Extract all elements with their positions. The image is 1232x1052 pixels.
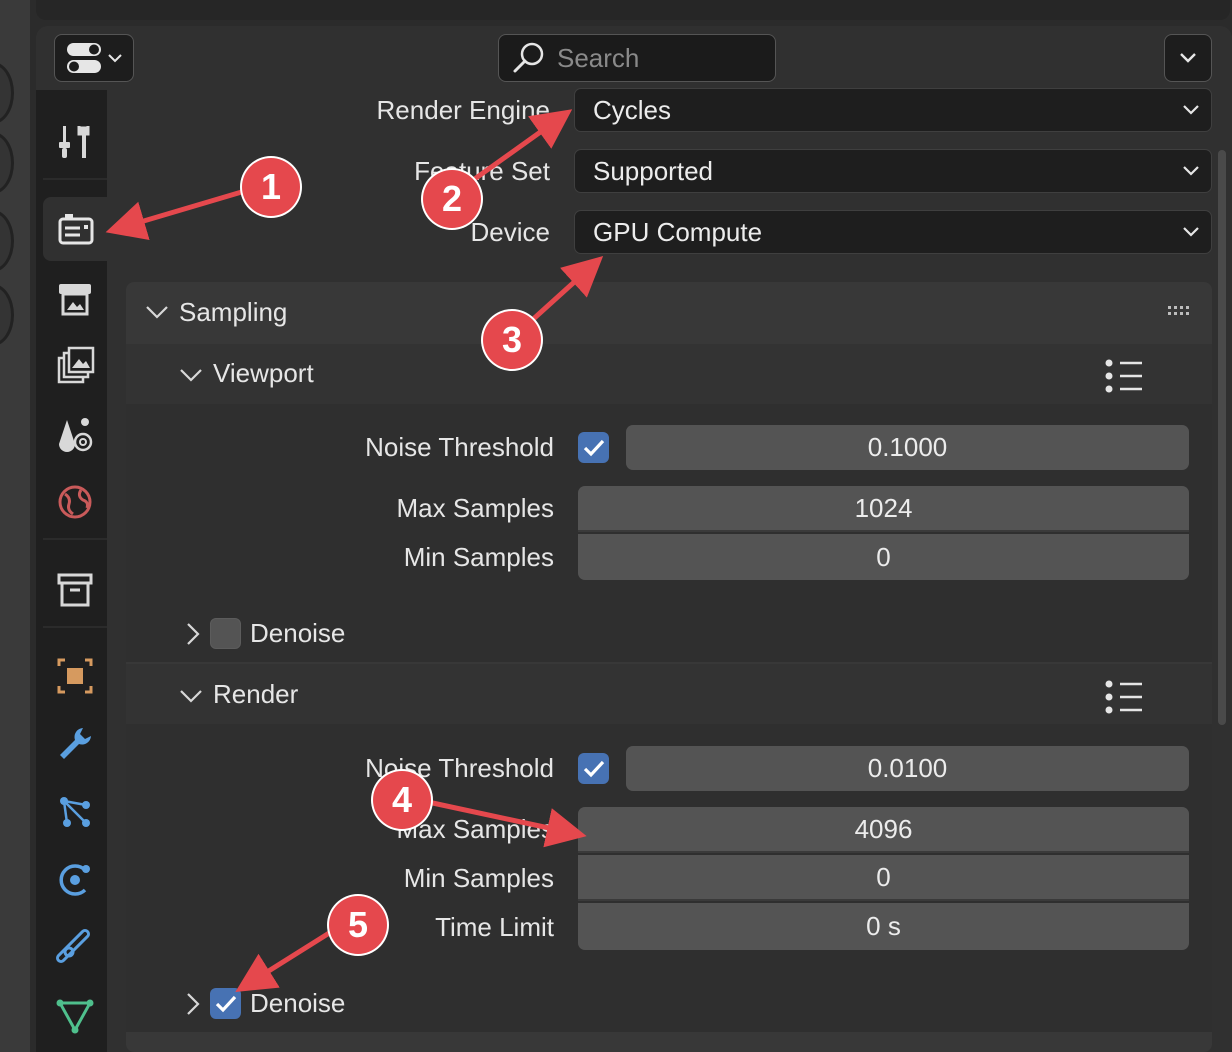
tab-scene[interactable] <box>43 402 107 466</box>
modifier-icon <box>60 728 91 759</box>
outliner-bottom-edge <box>36 0 1230 20</box>
tab-data[interactable] <box>43 984 107 1048</box>
chevron-down-icon <box>1180 53 1196 63</box>
properties-editor-icon <box>67 43 101 73</box>
render-time-limit-label: Time Limit <box>435 912 554 942</box>
checkmark-icon <box>215 995 236 1012</box>
scrollbar[interactable] <box>1218 150 1226 725</box>
chevron-down-icon[interactable] <box>178 682 204 713</box>
presets-list-icon[interactable] <box>1104 679 1144 720</box>
presets-list-icon[interactable] <box>1104 358 1144 399</box>
render-min-samples-field[interactable]: 0 <box>578 855 1189 901</box>
tab-world[interactable] <box>43 470 107 534</box>
physics-icon <box>59 864 90 896</box>
viewport-noise-threshold-checkbox[interactable] <box>578 432 609 463</box>
viewport-noise-threshold-label: Noise Threshold <box>365 432 554 462</box>
render-engine-label: Render Engine <box>376 95 550 125</box>
constraints-icon <box>56 929 90 963</box>
render-max-samples-field[interactable]: 4096 <box>578 807 1189 853</box>
drag-handle-icon[interactable] <box>1166 304 1194 323</box>
render-icon <box>58 214 94 245</box>
chevron-down-icon <box>146 306 168 319</box>
search-icon <box>513 42 544 73</box>
world-icon <box>58 485 92 519</box>
render-noise-threshold-field[interactable]: 0.0100 <box>626 746 1189 791</box>
tab-collection[interactable] <box>43 558 107 622</box>
tab-modifiers[interactable] <box>43 712 107 776</box>
sampling-collapse-toggle[interactable] <box>144 298 174 328</box>
viewport-max-samples-field[interactable]: 1024 <box>578 486 1189 532</box>
render-time-limit-field[interactable]: 0 s <box>578 903 1189 950</box>
annotation-badge-3: 3 <box>483 311 541 369</box>
tab-output[interactable] <box>43 266 107 330</box>
render-denoise-label[interactable]: Denoise <box>250 988 345 1019</box>
tab-render[interactable] <box>43 197 109 261</box>
chevron-down-icon <box>1183 227 1199 237</box>
annotation-badge-4: 4 <box>373 771 431 829</box>
chevron-down-icon[interactable] <box>178 361 204 392</box>
tab-view-layer[interactable] <box>43 334 107 398</box>
annotation-badge-1: 1 <box>242 158 300 216</box>
render-min-samples-label: Min Samples <box>403 863 554 893</box>
tab-constraints[interactable] <box>43 916 107 980</box>
sampling-panel-title[interactable]: Sampling <box>179 297 287 328</box>
checkmark-icon <box>583 439 604 456</box>
chevron-right-icon[interactable] <box>182 621 202 652</box>
viewport-max-samples-label: Max Samples <box>396 493 555 523</box>
viewport-denoise-label[interactable]: Denoise <box>250 618 345 649</box>
chevron-down-icon <box>1183 166 1199 176</box>
feature-set-value: Supported <box>593 155 713 186</box>
viewport-denoise-checkbox[interactable] <box>210 618 241 649</box>
device-dropdown[interactable]: GPU Compute <box>574 210 1212 254</box>
device-value: GPU Compute <box>593 216 763 247</box>
tab-particles[interactable] <box>43 780 107 844</box>
tab-object[interactable] <box>43 644 107 708</box>
chevron-down-icon <box>1183 105 1199 115</box>
chevron-right-icon[interactable] <box>182 991 202 1022</box>
annotation-badge-2: 2 <box>423 170 481 228</box>
object-icon <box>57 658 93 694</box>
feature-set-dropdown[interactable]: Supported <box>574 149 1212 193</box>
options-dropdown-button[interactable] <box>1164 34 1212 82</box>
chevron-down-icon <box>108 54 122 63</box>
checkmark-icon <box>583 760 604 777</box>
output-icon <box>59 284 91 316</box>
data-icon <box>56 999 94 1034</box>
render-denoise-checkbox[interactable] <box>210 988 241 1019</box>
editor-type-button[interactable] <box>54 34 134 82</box>
viewport-noise-threshold-field[interactable]: 0.1000 <box>626 425 1189 470</box>
render-noise-threshold-checkbox[interactable] <box>578 753 609 784</box>
tab-tool[interactable] <box>43 110 107 174</box>
search-input[interactable] <box>555 41 759 75</box>
viewport-min-samples-label: Min Samples <box>403 542 554 572</box>
collection-icon <box>57 573 93 607</box>
render-engine-dropdown[interactable]: Cycles <box>574 88 1212 132</box>
annotation-badge-5: 5 <box>329 896 387 954</box>
view-layer-icon <box>57 346 95 384</box>
scene-icon <box>59 418 93 452</box>
tab-physics[interactable] <box>43 848 107 912</box>
viewport-min-samples-field[interactable]: 0 <box>578 534 1189 580</box>
render-engine-value: Cycles <box>593 94 672 125</box>
device-label: Device <box>470 217 550 247</box>
render-subpanel-title[interactable]: Render <box>213 679 298 710</box>
3d-viewport-edge[interactable] <box>0 0 30 1052</box>
viewport-subpanel-title[interactable]: Viewport <box>213 358 314 389</box>
particles-icon <box>60 797 90 827</box>
search-field[interactable] <box>498 34 776 82</box>
tool-icon <box>59 126 90 158</box>
